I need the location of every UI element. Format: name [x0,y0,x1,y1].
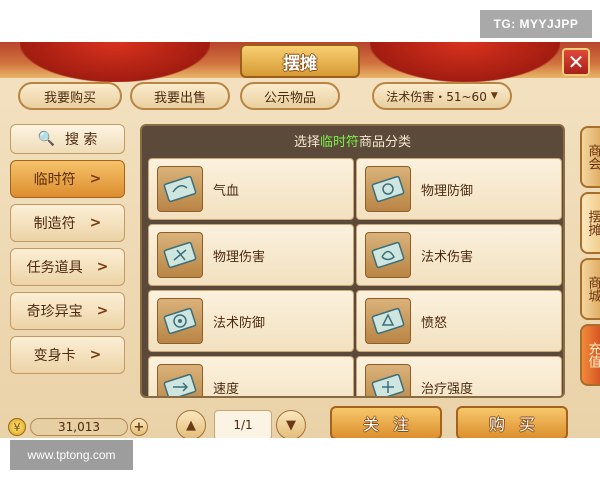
item-label: 物理防御 [421,183,474,199]
tab-label: 我要出售 [153,90,206,106]
tab-sell[interactable]: 我要出售 [130,82,230,110]
follow-button[interactable]: 关注 [330,406,442,438]
category-transform-cards[interactable]: 变身卡 > [10,336,125,374]
filter-dropdown[interactable]: 法术伤害・51~60 ▼ [372,82,512,110]
talisman-icon [365,232,411,278]
watermark-site: www.tptong.com [10,440,133,470]
panel-title: 选择 临时符 商品分类 [142,126,563,154]
chevron-right-icon: > [89,215,102,231]
search-label: 搜 索 [64,132,98,148]
page-up-button[interactable]: ▲ [176,410,206,438]
item-rage[interactable]: 愤怒 [356,290,562,352]
close-icon: ✕ [567,50,585,74]
category-label: 临时符 [33,172,76,188]
filter-selected: 法术伤害・51~60 [386,89,487,104]
chevron-right-icon: > [96,303,109,319]
category-rare-treasures[interactable]: 奇珍异宝 > [10,292,125,330]
item-label: 速度 [213,381,240,397]
stall-window: 摆摊 ✕ 我要购买 我要出售 公示物品 法术伤害・51~60 ▼ 🔍 搜 索 临… [0,42,600,438]
item-magic-defense[interactable]: 法术防御 [148,290,354,352]
item-healing-power[interactable]: 治疗强度 [356,356,562,397]
item-label: 物理伤害 [213,249,266,265]
chevron-up-icon: ▲ [186,417,196,433]
item-label: 治疗强度 [421,381,474,397]
curtain-right [370,42,560,82]
item-label: 气血 [213,183,240,199]
item-label: 法术防御 [213,315,266,331]
item-hp[interactable]: 气血 [148,158,354,220]
item-speed[interactable]: 速度 [148,356,354,397]
chevron-right-icon: > [96,259,109,275]
panel-title-suffix: 商品分类 [359,134,412,150]
window-title: 摆摊 [240,44,360,78]
talisman-icon [365,364,411,396]
side-tab-chamber[interactable]: 商会 [580,126,600,188]
tab-buy[interactable]: 我要购买 [18,82,122,110]
panel-title-highlight: 临时符 [319,134,359,150]
page-down-button[interactable]: ▼ [276,410,306,438]
category-temp-talisman[interactable]: 临时符 > [10,160,125,198]
category-label: 变身卡 [33,348,76,364]
talisman-icon [365,166,411,212]
category-label: 制造符 [33,216,76,232]
coin-icon: ¥ [8,418,26,436]
category-crafting-talisman[interactable]: 制造符 > [10,204,125,242]
chevron-right-icon: > [89,347,102,363]
side-tab-mall[interactable]: 商城 [580,258,600,320]
item-physical-damage[interactable]: 物理伤害 [148,224,354,286]
search-icon: 🔍 [37,131,55,147]
chevron-right-icon: > [89,171,102,187]
item-label: 愤怒 [421,315,448,331]
subcategory-panel: 选择 临时符 商品分类 气血 物理防御 物理伤害 法术伤害 法术防御 愤怒 速度… [140,124,565,398]
tab-label: 我要购买 [43,90,96,106]
talisman-icon [157,364,203,396]
silver-amount: 31,013 [30,418,128,436]
talisman-icon [157,166,203,212]
item-physical-defense[interactable]: 物理防御 [356,158,562,220]
tab-public-items[interactable]: 公示物品 [240,82,340,110]
add-silver-button[interactable]: + [130,418,148,436]
chevron-down-icon: ▼ [286,417,296,433]
curtain-left [20,42,210,82]
page-indicator: 1/1 [214,410,272,438]
panel-title-prefix: 选择 [293,134,320,150]
category-label: 任务道具 [26,260,83,276]
item-magic-damage[interactable]: 法术伤害 [356,224,562,286]
side-tab-stall[interactable]: 摆摊 [580,192,600,254]
talisman-icon [157,232,203,278]
item-label: 法术伤害 [421,249,474,265]
category-quest-items[interactable]: 任务道具 > [10,248,125,286]
category-label: 奇珍异宝 [26,304,83,320]
side-tab-recharge[interactable]: 充值 [580,324,600,386]
silver-balance: ¥ 31,013 + [8,416,148,438]
tab-label: 公示物品 [263,90,316,106]
talisman-icon [365,298,411,344]
buy-button[interactable]: 购买 [456,406,568,438]
dropdown-arrow-icon: ▼ [490,91,498,101]
search-button[interactable]: 🔍 搜 索 [10,124,125,154]
talisman-icon [157,298,203,344]
watermark-tg: TG: MYYJJPP [480,10,592,38]
close-button[interactable]: ✕ [562,48,590,76]
